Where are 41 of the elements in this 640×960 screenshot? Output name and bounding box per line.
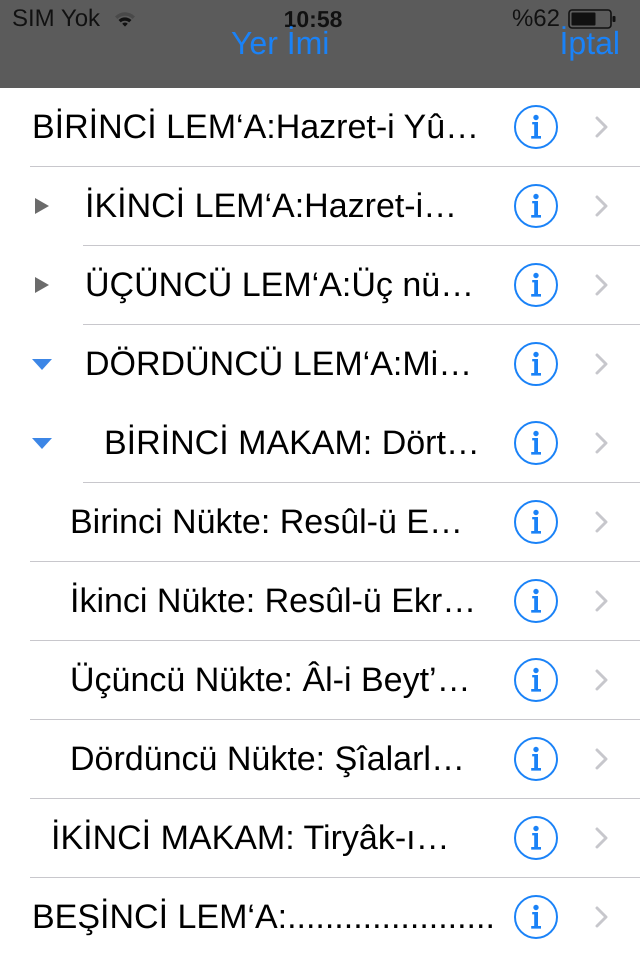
outline-item[interactable]: İKİNCİ LEM‘A:Hazret-i… — [85, 186, 458, 226]
info-icon[interactable] — [514, 895, 558, 939]
battery-percent: %62 — [512, 9, 560, 29]
disclosure-triangle-icon[interactable] — [35, 198, 49, 214]
chevron-icon — [595, 511, 608, 533]
chevron-icon — [595, 274, 608, 296]
chevron-icon — [595, 116, 608, 138]
info-icon[interactable] — [514, 579, 558, 623]
info-icon[interactable] — [514, 342, 558, 386]
chevron-icon — [595, 827, 608, 849]
chevron-icon — [595, 353, 608, 375]
chevron-icon — [595, 432, 608, 454]
info-icon[interactable] — [514, 105, 558, 149]
disclosure-triangle-icon[interactable] — [35, 277, 49, 293]
outline-item[interactable]: BİRİNCİ MAKAM: Dört… — [104, 423, 480, 463]
outline-item[interactable]: BEŞİNCİ LEM‘A:...................... — [32, 897, 495, 937]
wifi-icon — [114, 11, 136, 27]
disclosure-triangle-icon[interactable] — [32, 358, 52, 370]
info-icon[interactable] — [514, 816, 558, 860]
clock: 10:58 — [284, 9, 342, 29]
carrier-label: SIM Yok — [12, 9, 100, 29]
chevron-icon — [595, 195, 608, 217]
info-icon[interactable] — [514, 184, 558, 228]
info-icon[interactable] — [514, 658, 558, 702]
outline-item[interactable]: ÜÇÜNCÜ LEM‘A:Üç nü… — [85, 265, 474, 305]
info-icon[interactable] — [514, 500, 558, 544]
chevron-icon — [595, 669, 608, 691]
chevron-icon — [595, 590, 608, 612]
outline-item[interactable]: İkinci Nükte: Resûl-ü Ekr… — [70, 581, 476, 621]
chevron-icon — [595, 748, 608, 770]
info-icon[interactable] — [514, 421, 558, 465]
chevron-icon — [595, 906, 608, 928]
outline-item[interactable]: BİRİNCİ LEM‘A:Hazret-i Yû… — [32, 107, 480, 147]
outline-item[interactable]: Üçüncü Nükte: Âl-i Beyt’… — [70, 660, 471, 700]
outline-item[interactable]: Birinci Nükte: Resûl-ü E… — [70, 502, 464, 542]
outline-item[interactable]: DÖRDÜNCÜ LEM‘A:Mi… — [85, 344, 472, 384]
outline-item[interactable]: İKİNCİ MAKAM: Tiryâk-ı… — [51, 818, 450, 858]
disclosure-triangle-icon[interactable] — [32, 438, 52, 448]
info-icon[interactable] — [514, 737, 558, 781]
info-icon[interactable] — [514, 263, 558, 307]
outline-item[interactable]: Dördüncü Nükte: Şîalarl… — [70, 739, 465, 779]
